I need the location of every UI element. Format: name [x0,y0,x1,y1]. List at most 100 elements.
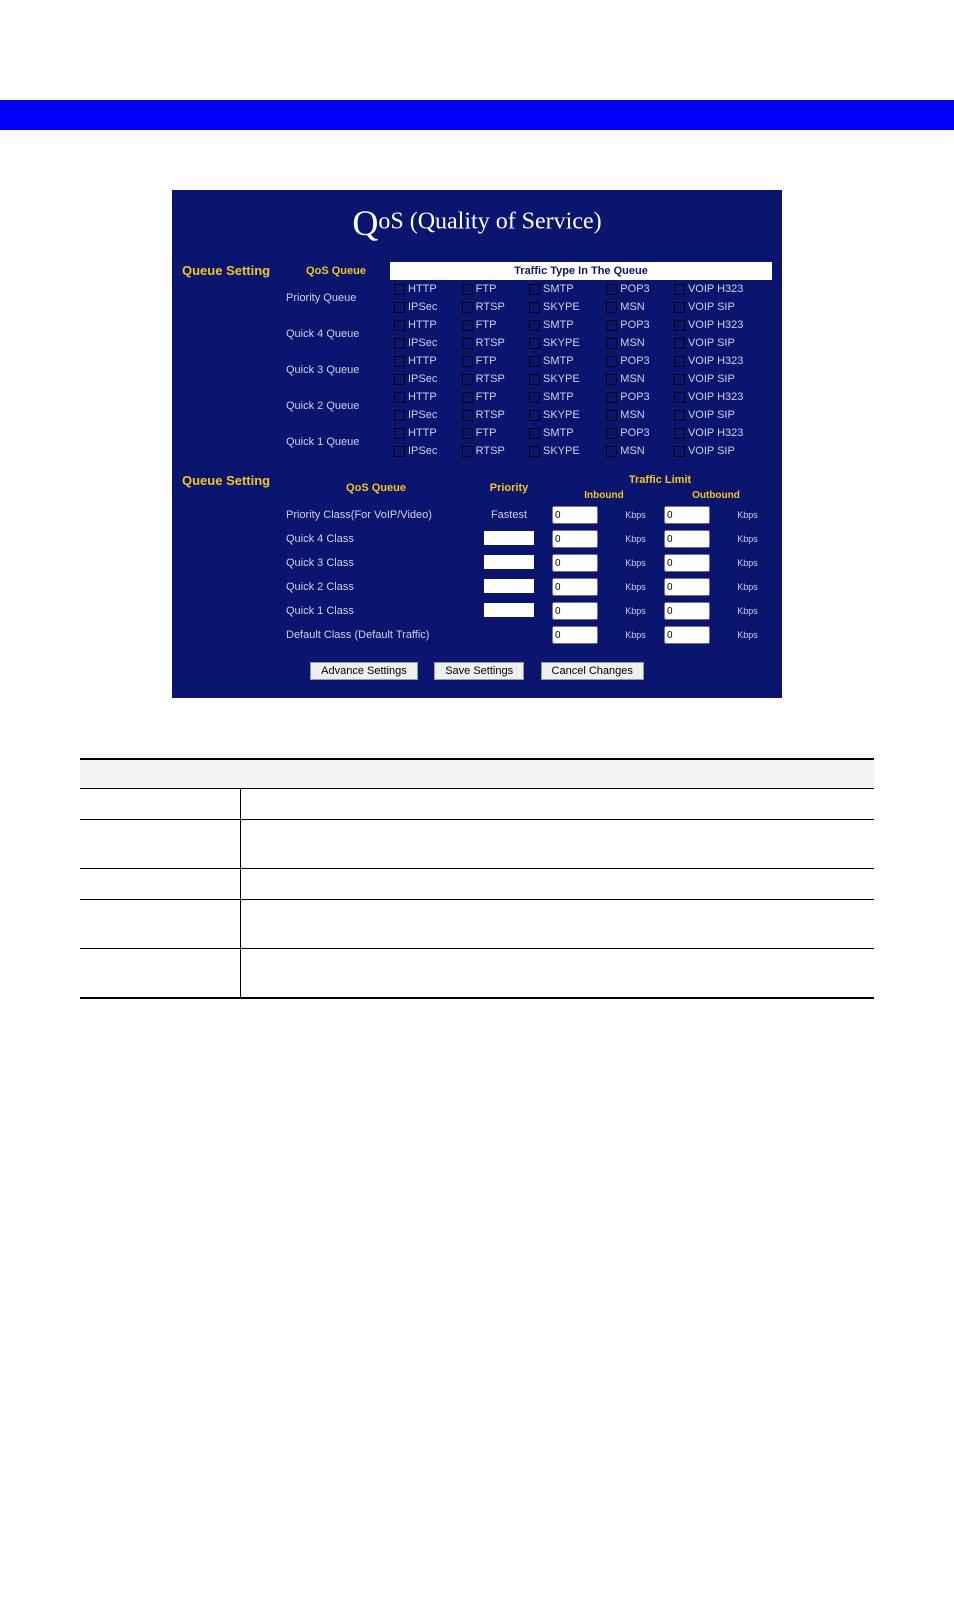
kbps-label: Kbps [733,527,772,551]
traffic-type-checkbox[interactable]: SKYPE [525,442,602,460]
queue-name: Quick 2 Queue [282,388,390,424]
traffic-type-checkbox[interactable]: SKYPE [525,370,602,388]
traffic-type-checkbox[interactable]: RTSP [458,370,525,388]
inbound-input-cell [548,575,621,599]
title-rest: oS (Quality of Service) [378,209,601,235]
traffic-type-checkbox[interactable]: POP3 [602,352,670,370]
traffic-type-checkbox[interactable]: RTSP [458,442,525,460]
traffic-type-checkbox[interactable]: POP3 [602,388,670,406]
hdr2-inbound: Inbound [548,488,660,503]
traffic-type-checkbox[interactable]: MSN [602,406,670,424]
outbound-input[interactable] [664,530,710,548]
traffic-type-checkbox[interactable]: VOIP H323 [670,424,772,442]
hdr-qos-queue: QoS Queue [282,262,390,280]
traffic-type-checkbox[interactable]: MSN [602,370,670,388]
inbound-input[interactable] [552,578,598,596]
traffic-type-checkbox[interactable]: HTTP [390,352,458,370]
traffic-type-checkbox[interactable]: POP3 [602,424,670,442]
traffic-type-checkbox[interactable]: FTP [458,424,525,442]
kbps-label: Kbps [733,599,772,623]
hdr2-traffic-limit: Traffic Limit [548,472,772,488]
outbound-input[interactable] [664,602,710,620]
inbound-input[interactable] [552,602,598,620]
inbound-input-cell [548,551,621,575]
outbound-input-cell [660,503,733,527]
traffic-type-checkbox[interactable]: VOIP H323 [670,280,772,298]
priority-cell[interactable] [470,551,548,575]
traffic-type-checkbox[interactable]: SKYPE [525,298,602,316]
hdr-traffic-type: Traffic Type In The Queue [390,262,772,280]
traffic-type-checkbox[interactable]: HTTP [390,388,458,406]
traffic-type-checkbox[interactable]: VOIP H323 [670,388,772,406]
priority-cell[interactable] [470,527,548,551]
traffic-type-checkbox[interactable]: IPSec [390,442,458,460]
traffic-type-checkbox[interactable]: RTSP [458,406,525,424]
save-settings-button[interactable]: Save Settings [434,662,524,680]
priority-cell[interactable] [470,599,548,623]
traffic-type-checkbox[interactable]: MSN [602,442,670,460]
queue-name: Quick 4 Queue [282,316,390,352]
traffic-type-checkbox[interactable]: FTP [458,280,525,298]
traffic-type-checkbox[interactable]: SMTP [525,280,602,298]
outbound-input-cell [660,599,733,623]
traffic-type-checkbox[interactable]: VOIP H323 [670,352,772,370]
traffic-type-checkbox[interactable]: VOIP H323 [670,316,772,334]
traffic-type-checkbox[interactable]: VOIP SIP [670,370,772,388]
traffic-type-checkbox[interactable]: SMTP [525,316,602,334]
traffic-type-checkbox[interactable]: POP3 [602,280,670,298]
hdr2-qos-queue: QoS Queue [282,472,470,503]
traffic-type-checkbox[interactable]: VOIP SIP [670,334,772,352]
traffic-type-checkbox[interactable]: VOIP SIP [670,298,772,316]
kbps-label: Kbps [621,527,660,551]
qos-panel: QoS (Quality of Service) Queue Setting Q… [172,190,782,698]
inbound-input[interactable] [552,554,598,572]
button-row: Advance Settings Save Settings Cancel Ch… [182,661,772,680]
traffic-type-checkbox[interactable]: IPSec [390,334,458,352]
traffic-type-checkbox[interactable]: SMTP [525,388,602,406]
traffic-type-checkbox[interactable]: HTTP [390,316,458,334]
traffic-type-checkbox[interactable]: FTP [458,388,525,406]
traffic-type-checkbox[interactable]: FTP [458,352,525,370]
outbound-input[interactable] [664,578,710,596]
priority-cell[interactable] [470,575,548,599]
traffic-type-checkbox[interactable]: RTSP [458,298,525,316]
kbps-label: Kbps [733,551,772,575]
traffic-type-checkbox[interactable]: IPSec [390,406,458,424]
traffic-type-checkbox[interactable]: HTTP [390,280,458,298]
traffic-type-checkbox[interactable]: IPSec [390,298,458,316]
cancel-changes-button[interactable]: Cancel Changes [541,662,644,680]
class-name: Quick 4 Class [282,527,470,551]
priority-cell [470,623,548,647]
inbound-input[interactable] [552,530,598,548]
traffic-type-checkbox[interactable]: HTTP [390,424,458,442]
kbps-label: Kbps [733,575,772,599]
inbound-input[interactable] [552,506,598,524]
outbound-input[interactable] [664,626,710,644]
traffic-type-checkbox[interactable]: RTSP [458,334,525,352]
advance-settings-button[interactable]: Advance Settings [310,662,418,680]
traffic-type-checkbox[interactable]: POP3 [602,316,670,334]
outbound-input[interactable] [664,506,710,524]
traffic-type-checkbox[interactable]: FTP [458,316,525,334]
traffic-limit-table: QoS Queue Priority Traffic Limit Inbound… [282,472,772,647]
queue-name: Quick 3 Queue [282,352,390,388]
traffic-type-checkbox[interactable]: SMTP [525,424,602,442]
traffic-type-checkbox[interactable]: MSN [602,334,670,352]
outbound-input[interactable] [664,554,710,572]
traffic-type-checkbox[interactable]: SKYPE [525,334,602,352]
inbound-input-cell [548,599,621,623]
class-name: Default Class (Default Traffic) [282,623,470,647]
queue-name: Quick 1 Queue [282,424,390,460]
traffic-type-checkbox[interactable]: IPSec [390,370,458,388]
traffic-type-checkbox[interactable]: VOIP SIP [670,442,772,460]
inbound-input-cell [548,503,621,527]
inbound-input[interactable] [552,626,598,644]
traffic-type-checkbox[interactable]: VOIP SIP [670,406,772,424]
lower-table-placeholder [80,758,874,999]
panel-title: QoS (Quality of Service) [182,202,772,244]
traffic-type-checkbox[interactable]: SKYPE [525,406,602,424]
traffic-type-checkbox[interactable]: SMTP [525,352,602,370]
kbps-label: Kbps [621,575,660,599]
traffic-type-checkbox[interactable]: MSN [602,298,670,316]
class-name: Priority Class(For VoIP/Video) [282,503,470,527]
